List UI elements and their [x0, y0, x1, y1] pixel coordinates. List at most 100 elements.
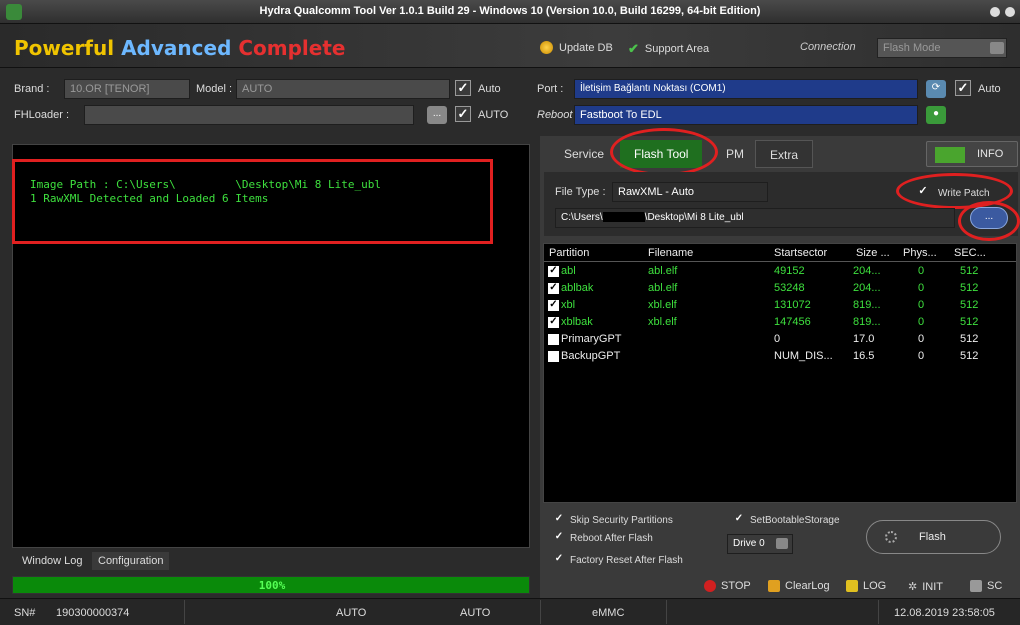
- table-cell-size: 204...: [853, 282, 881, 294]
- row-checkbox[interactable]: [548, 351, 559, 362]
- stop-icon: [704, 580, 716, 592]
- brand-select[interactable]: 10.OR [TENOR]: [64, 79, 190, 99]
- reboot-value: Fastboot To EDL: [580, 109, 662, 121]
- filetype-select[interactable]: RawXML - Auto: [612, 182, 768, 202]
- init-button[interactable]: ✲ INIT: [908, 580, 943, 594]
- model-value: AUTO: [242, 83, 273, 95]
- close-button[interactable]: [1005, 7, 1015, 17]
- table-cell-phys: 0: [918, 265, 925, 277]
- sc-label: SC: [987, 580, 1003, 592]
- model-select[interactable]: AUTO: [236, 79, 450, 99]
- filetype-label: File Type :: [555, 186, 606, 198]
- update-db-button[interactable]: Update DB: [540, 41, 613, 54]
- tab-configuration[interactable]: Configuration: [92, 552, 170, 570]
- broom-icon: [768, 580, 780, 592]
- set-bootable-checkbox[interactable]: ✓: [733, 514, 745, 526]
- status-divider: [666, 600, 667, 624]
- table-cell-start: 147456: [774, 316, 811, 328]
- auto-model-label: Auto: [478, 83, 501, 95]
- path-start: C:\Users\: [561, 212, 603, 223]
- auto-fhloader-checkbox[interactable]: ✓: [455, 106, 471, 122]
- minimize-button[interactable]: [990, 7, 1000, 17]
- col-startsector[interactable]: Startsector: [774, 247, 827, 259]
- drive-select[interactable]: Drive 0: [727, 534, 793, 554]
- status-auto-2: AUTO: [460, 607, 491, 619]
- set-bootable-label: SetBootableStorage: [750, 515, 840, 526]
- log-button[interactable]: LOG: [846, 580, 886, 592]
- row-checkbox[interactable]: ✓: [548, 317, 559, 328]
- reboot-after-checkbox[interactable]: ✓: [553, 532, 565, 544]
- port-select[interactable]: İletişim Bağlantı Noktası (COM1): [574, 79, 918, 99]
- skip-security-checkbox[interactable]: ✓: [553, 514, 565, 526]
- col-size[interactable]: Size ...: [856, 247, 890, 259]
- row-checkbox[interactable]: [548, 334, 559, 345]
- reboot-select[interactable]: Fastboot To EDL: [574, 105, 918, 125]
- support-area-button[interactable]: ✔ Support Area: [628, 41, 709, 57]
- flash-button[interactable]: Flash: [866, 520, 1001, 554]
- clearlog-button[interactable]: ClearLog: [768, 580, 830, 592]
- connection-mode-select[interactable]: Flash Mode: [877, 38, 1007, 58]
- fhloader-browse-button[interactable]: ...: [427, 106, 447, 124]
- table-cell-partition[interactable]: abl: [561, 265, 576, 277]
- table-cell-partition[interactable]: ablbak: [561, 282, 593, 294]
- table-cell-partition[interactable]: PrimaryGPT: [561, 333, 622, 345]
- update-db-label: Update DB: [559, 41, 613, 54]
- info-button[interactable]: INFO: [926, 141, 1018, 167]
- factory-reset-checkbox[interactable]: ✓: [553, 554, 565, 566]
- clearlog-label: ClearLog: [785, 580, 830, 592]
- stop-button[interactable]: STOP: [704, 580, 751, 592]
- port-label: Port :: [537, 83, 564, 95]
- datetime: 12.08.2019 23:58:05: [894, 607, 995, 619]
- refresh-port-button[interactable]: ⟳: [926, 80, 946, 98]
- auto-model-checkbox[interactable]: ✓: [455, 80, 471, 96]
- fhloader-label: FHLoader :: [14, 109, 70, 121]
- table-cell-filename: abl.elf: [648, 282, 678, 294]
- tab-extra[interactable]: Extra: [755, 140, 814, 168]
- col-sec[interactable]: SEC...: [954, 247, 986, 259]
- col-partition[interactable]: Partition: [549, 247, 589, 259]
- table-cell-partition[interactable]: xblbak: [561, 316, 593, 328]
- path-end: \Desktop\Mi 8 Lite_ubl: [644, 212, 744, 223]
- fhloader-select[interactable]: [84, 105, 414, 125]
- reboot-go-button[interactable]: ●: [926, 106, 946, 124]
- tab-pm[interactable]: PM: [712, 140, 758, 168]
- row-checkbox[interactable]: ✓: [548, 300, 559, 311]
- progress-label: 100%: [258, 579, 286, 592]
- window-title: Hydra Qualcomm Tool Ver 1.0.1 Build 29 -…: [259, 5, 761, 17]
- port-value: İletişim Bağlantı Noktası (COM1): [580, 83, 726, 94]
- settings-icon: ✲: [908, 581, 918, 593]
- model-label: Model :: [196, 83, 233, 95]
- table-cell-start: 49152: [774, 265, 805, 277]
- col-phys[interactable]: Phys...: [903, 247, 937, 259]
- status-divider: [540, 600, 541, 624]
- table-cell-start: NUM_DIS...: [774, 350, 833, 362]
- drive-value: Drive 0: [733, 538, 765, 549]
- col-filename[interactable]: Filename: [648, 247, 693, 259]
- factory-reset-label: Factory Reset After Flash: [570, 555, 683, 566]
- status-divider: [878, 600, 879, 624]
- database-icon: [540, 41, 553, 54]
- auto-port-checkbox[interactable]: ✓: [955, 80, 971, 96]
- table-cell-size: 819...: [853, 316, 881, 328]
- tab-service[interactable]: Service: [550, 140, 618, 168]
- sc-button[interactable]: SC: [970, 580, 1002, 592]
- slogan-word-2: Advanced: [121, 36, 232, 60]
- table-cell-phys: 0: [918, 333, 925, 345]
- table-cell-sec: 512: [960, 282, 979, 294]
- table-cell-filename: xbl.elf: [648, 299, 677, 311]
- table-cell-size: 204...: [853, 265, 881, 277]
- table-cell-partition[interactable]: BackupGPT: [561, 350, 620, 362]
- row-checkbox[interactable]: ✓: [548, 283, 559, 294]
- connection-mode-value: Flash Mode: [883, 42, 941, 54]
- table-cell-size: 16.5: [853, 350, 875, 362]
- tab-window-log[interactable]: Window Log: [16, 552, 89, 570]
- table-cell-partition[interactable]: xbl: [561, 299, 575, 311]
- row-checkbox[interactable]: ✓: [548, 266, 559, 277]
- path-field[interactable]: C:\Users\ \Desktop\Mi 8 Lite_ubl: [555, 208, 955, 228]
- table-cell-filename: abl.elf: [648, 265, 678, 277]
- skip-security-label: Skip Security Partitions: [570, 515, 673, 526]
- info-label: INFO: [977, 148, 1004, 160]
- status-auto-1: AUTO: [336, 607, 367, 619]
- table-cell-sec: 512: [960, 350, 979, 362]
- table-cell-start: 53248: [774, 282, 805, 294]
